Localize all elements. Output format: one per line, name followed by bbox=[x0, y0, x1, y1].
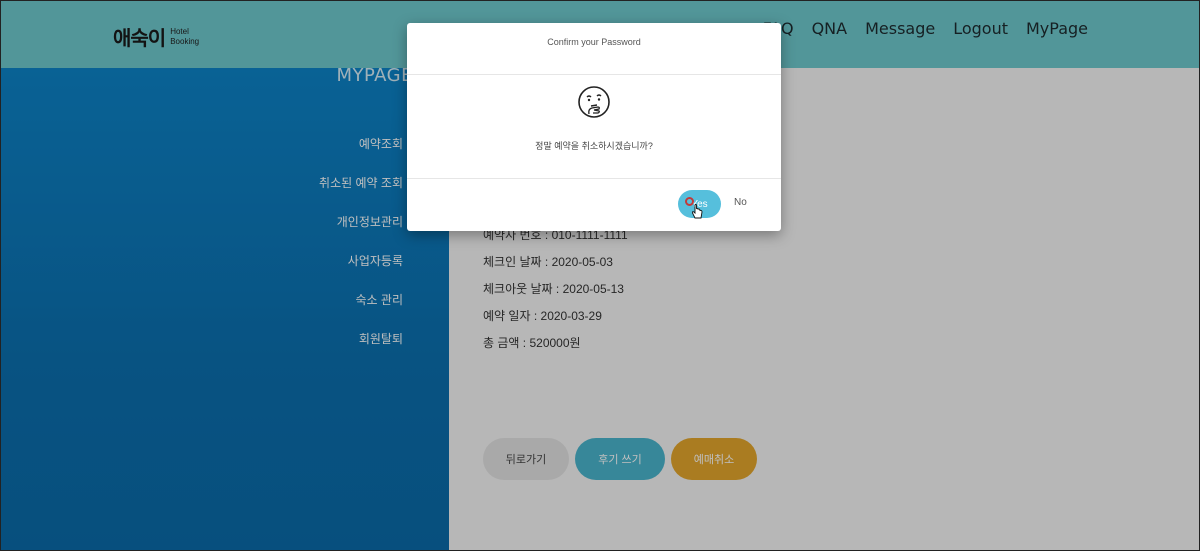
dialog-footer: Yes No bbox=[407, 179, 781, 231]
dialog-title: Confirm your Password bbox=[547, 36, 641, 47]
no-button[interactable]: No bbox=[734, 197, 747, 208]
hand-cursor-icon bbox=[691, 204, 703, 219]
confirm-dialog: Confirm your Password 정말 예약을 취소하시겠습니까? Y… bbox=[407, 23, 781, 231]
thinking-face-icon bbox=[578, 86, 610, 118]
dialog-message: 정말 예약을 취소하시겠습니까? bbox=[535, 141, 653, 151]
dialog-header: Confirm your Password bbox=[407, 23, 781, 75]
dialog-body: 정말 예약을 취소하시겠습니까? bbox=[407, 75, 781, 179]
